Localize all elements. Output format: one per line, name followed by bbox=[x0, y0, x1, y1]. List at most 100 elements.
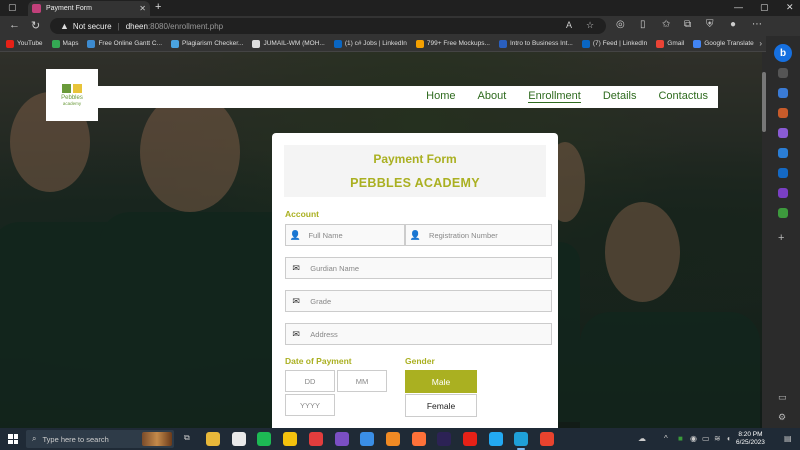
guardian-field[interactable]: ✉ bbox=[285, 257, 552, 279]
tray-app-icon[interactable]: ◉ bbox=[690, 434, 697, 443]
extension-icon[interactable]: ◎ bbox=[616, 19, 625, 30]
bookmark-item[interactable]: (7) Feed | LinkedIn bbox=[581, 39, 647, 48]
tab-actions-icon[interactable]: ▢ bbox=[8, 2, 17, 13]
nav-links: Home About Enrollment Details Contactus bbox=[426, 90, 708, 103]
shopping-icon[interactable] bbox=[778, 88, 788, 98]
sublime-icon[interactable] bbox=[385, 432, 400, 446]
wifi-icon[interactable]: ≋ bbox=[714, 434, 721, 443]
minimize-icon[interactable]: — bbox=[734, 2, 743, 12]
guardian-name-input[interactable] bbox=[306, 263, 551, 273]
gender-female-button[interactable]: Female bbox=[405, 394, 477, 417]
spotify-icon[interactable] bbox=[257, 432, 272, 446]
read-aloud-icon[interactable]: A bbox=[566, 20, 572, 30]
site-logo[interactable]: Pebbles academy bbox=[46, 69, 98, 121]
bookmark-label: 799+ Free Mockups... bbox=[426, 40, 490, 47]
profile-avatar-icon[interactable]: ● bbox=[730, 19, 736, 30]
sidebar-layout-icon[interactable]: ▭ bbox=[778, 392, 787, 403]
battery-icon[interactable]: ▭ bbox=[702, 434, 710, 443]
weather-icon[interactable]: ☁ bbox=[638, 434, 646, 443]
system-clock[interactable]: 8:20 PM 6/25/2023 bbox=[736, 431, 765, 447]
cast-icon[interactable] bbox=[308, 432, 323, 446]
day-input[interactable] bbox=[285, 370, 335, 392]
back-icon[interactable]: ← bbox=[9, 19, 20, 31]
refresh-icon[interactable]: ↻ bbox=[31, 19, 40, 32]
user-icon: 👤 bbox=[409, 229, 422, 240]
bookmarks-overflow-icon[interactable]: › bbox=[759, 39, 762, 48]
full-name-input[interactable] bbox=[304, 230, 404, 240]
vscode-icon[interactable] bbox=[488, 432, 503, 446]
nav-link-enrollment[interactable]: Enrollment bbox=[528, 90, 581, 103]
close-window-icon[interactable]: ✕ bbox=[786, 2, 794, 13]
nav-link-home[interactable]: Home bbox=[426, 90, 455, 103]
address-input[interactable] bbox=[306, 329, 551, 339]
bookmark-label: Intro to Business Int... bbox=[509, 40, 573, 47]
tray-chevron-icon[interactable]: ^ bbox=[664, 434, 668, 443]
bookmark-item[interactable]: Free Online Gantt C... bbox=[87, 39, 162, 48]
page-scrollbar[interactable] bbox=[762, 52, 766, 428]
bookmark-item[interactable]: Plagiarism Checker... bbox=[171, 39, 243, 48]
year-input[interactable] bbox=[285, 394, 335, 416]
bookmark-item[interactable]: Google Translate bbox=[693, 39, 754, 48]
tools-icon[interactable] bbox=[778, 108, 788, 118]
nav-link-about[interactable]: About bbox=[478, 90, 507, 103]
maximize-icon[interactable]: ▢ bbox=[760, 2, 769, 13]
notifications-icon[interactable]: ▤ bbox=[784, 434, 792, 443]
nav-link-contactus[interactable]: Contactus bbox=[658, 90, 708, 103]
taskbar-search[interactable]: ⌕ Type here to search bbox=[26, 430, 174, 448]
address-field[interactable]: ✉ bbox=[285, 323, 552, 345]
registration-field[interactable]: 👤 bbox=[405, 224, 552, 246]
url-input[interactable]: ▲ Not secure | dheen:8080/enrollment.php bbox=[50, 18, 606, 34]
grade-field[interactable]: ✉ bbox=[285, 290, 552, 312]
tray-app-icon[interactable]: ■ bbox=[678, 434, 683, 443]
bookmark-item[interactable]: Maps bbox=[51, 39, 78, 48]
edge-icon[interactable] bbox=[514, 432, 529, 450]
browser-tab[interactable]: Payment Form ✕ bbox=[28, 1, 150, 16]
nav-link-details[interactable]: Details bbox=[603, 90, 637, 103]
opera-icon[interactable] bbox=[540, 432, 555, 446]
microsoft365-icon[interactable] bbox=[778, 148, 788, 158]
search-icon[interactable] bbox=[778, 68, 788, 78]
bookmark-item[interactable]: YouTube bbox=[6, 39, 43, 48]
logo-icon bbox=[62, 84, 82, 93]
split-screen-icon[interactable]: ▯ bbox=[640, 19, 646, 30]
sidebar-settings-icon[interactable]: ⚙ bbox=[778, 412, 786, 423]
vpn-icon[interactable]: ⛨ bbox=[706, 19, 714, 30]
bookmark-item[interactable]: (1) c# Jobs | LinkedIn bbox=[333, 39, 407, 48]
grade-input[interactable] bbox=[306, 296, 551, 306]
bookmark-item[interactable]: Gmail bbox=[656, 39, 684, 48]
tab-close-icon[interactable]: ✕ bbox=[139, 4, 146, 13]
visual-studio-icon[interactable] bbox=[334, 432, 349, 446]
games-icon[interactable] bbox=[778, 128, 788, 138]
eclipse-icon[interactable] bbox=[437, 432, 452, 446]
bookmark-item[interactable]: Intro to Business Int... bbox=[498, 39, 573, 48]
file-explorer-icon[interactable] bbox=[206, 432, 220, 446]
registration-number-input[interactable] bbox=[425, 230, 551, 240]
outlook-icon[interactable] bbox=[778, 168, 788, 178]
collections-icon[interactable]: ⧉ bbox=[684, 19, 691, 30]
volume-icon[interactable]: ◖ bbox=[726, 434, 731, 443]
youtube-icon[interactable] bbox=[463, 432, 477, 446]
app-cube-icon[interactable] bbox=[360, 432, 375, 446]
url-host: dheen bbox=[125, 21, 148, 31]
full-name-field[interactable]: 👤 bbox=[285, 224, 405, 246]
gender-male-button[interactable]: Male bbox=[405, 370, 477, 393]
chrome-icon[interactable] bbox=[283, 432, 298, 446]
designer-icon[interactable] bbox=[778, 188, 788, 198]
media-player-icon[interactable] bbox=[231, 432, 246, 446]
bing-copilot-icon[interactable]: b bbox=[774, 44, 792, 62]
month-input[interactable] bbox=[337, 370, 387, 392]
task-view-icon[interactable]: ⧉ bbox=[184, 433, 190, 443]
scrollbar-thumb[interactable] bbox=[762, 72, 766, 132]
new-tab-icon[interactable]: + bbox=[155, 1, 161, 13]
account-heading: Account bbox=[285, 209, 319, 219]
address-bar-row: ← ↻ ▲ Not secure | dheen:8080/enrollment… bbox=[0, 16, 800, 36]
bookmark-item[interactable]: 799+ Free Mockups... bbox=[415, 39, 490, 48]
windows-start-icon[interactable] bbox=[8, 434, 18, 444]
firefox-icon[interactable] bbox=[411, 432, 426, 446]
menu-icon[interactable]: ⋯ bbox=[752, 19, 762, 30]
add-sidebar-app-icon[interactable]: + bbox=[778, 232, 784, 244]
drop-icon[interactable] bbox=[778, 208, 788, 218]
favorite-star-icon[interactable]: ☆ bbox=[586, 20, 594, 31]
bookmark-item[interactable]: JUMAIL-WM (MOH... bbox=[252, 39, 325, 48]
favorites-icon[interactable]: ✩ bbox=[662, 19, 670, 30]
